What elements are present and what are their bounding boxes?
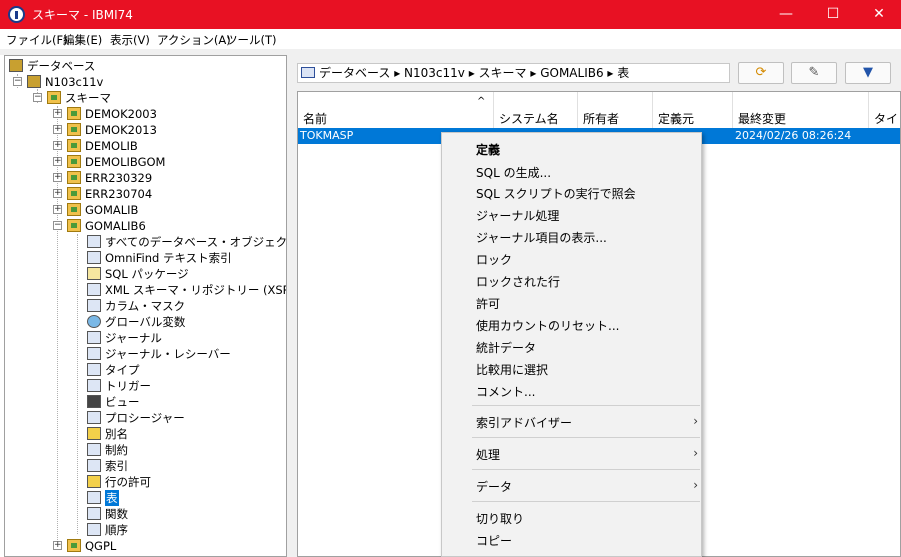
menu-item-cut[interactable]: 切り取り xyxy=(476,510,524,527)
submenu-arrow-icon: › xyxy=(693,414,698,428)
expand-icon[interactable]: + xyxy=(53,541,62,550)
collapse-icon[interactable]: − xyxy=(53,221,62,230)
collapse-icon[interactable]: − xyxy=(33,93,42,102)
column-type[interactable]: タイ xyxy=(869,92,900,128)
expand-icon[interactable]: + xyxy=(53,157,62,166)
minimize-button[interactable]: — xyxy=(763,0,809,29)
menu-item-processing[interactable]: 処理 › xyxy=(476,446,698,463)
menu-item-generate-sql[interactable]: SQL の生成... xyxy=(476,164,551,181)
expand-icon[interactable]: + xyxy=(53,173,62,182)
schema-folder-icon xyxy=(67,187,81,200)
collapse-icon[interactable]: − xyxy=(13,77,22,86)
menu-edit[interactable]: 編集(E) xyxy=(63,32,102,48)
context-menu: 定義 SQL の生成... SQL スクリプトの実行で照会 ジャーナル処理 ジャ… xyxy=(441,132,702,557)
submenu-arrow-icon: › xyxy=(693,446,698,460)
menu-item-show-journal-entries[interactable]: ジャーナル項目の表示... xyxy=(476,229,607,246)
menu-item-data[interactable]: データ › xyxy=(476,478,698,495)
type-icon xyxy=(87,363,101,376)
menu-item-run-sql-query[interactable]: SQL スクリプトの実行で照会 xyxy=(476,185,636,202)
schema-folder-icon xyxy=(67,107,81,120)
schema-folder-icon xyxy=(67,171,81,184)
trigger-icon xyxy=(87,379,101,392)
expand-icon[interactable]: + xyxy=(53,125,62,134)
sql-package-icon xyxy=(87,267,101,280)
expand-icon[interactable]: + xyxy=(53,205,62,214)
database-icon xyxy=(9,59,23,72)
app-icon xyxy=(8,6,25,23)
menu-item-locked-rows[interactable]: ロックされた行 xyxy=(476,273,560,290)
menu-view[interactable]: 表示(V) xyxy=(110,32,150,48)
menu-item-reset-usage-count[interactable]: 使用カウントのリセット... xyxy=(476,317,619,334)
menu-separator xyxy=(472,437,700,438)
menu-item-index-advisor[interactable]: 索引アドバイザー › xyxy=(476,414,698,431)
system-icon xyxy=(27,75,41,88)
menu-separator xyxy=(472,405,700,406)
column-name[interactable]: 名前 ^ xyxy=(298,92,494,128)
menu-item-locks[interactable]: ロック xyxy=(476,251,512,268)
function-icon xyxy=(87,507,101,520)
schema-folder-icon xyxy=(67,123,81,136)
filter-button[interactable]: ▼ xyxy=(845,62,891,84)
schema-folder-icon xyxy=(67,539,81,552)
menu-file[interactable]: ファイル(F) xyxy=(6,32,68,48)
menu-item-comment[interactable]: コメント... xyxy=(476,383,535,400)
path-breadcrumb: データベース ▸ N103c11v ▸ スキーマ ▸ GOMALIB6 ▸ 表 xyxy=(297,63,730,83)
constraint-icon xyxy=(87,443,101,456)
column-last-modified[interactable]: 最終変更 xyxy=(733,92,869,128)
journal-icon xyxy=(87,331,101,344)
alias-icon xyxy=(87,427,101,440)
text-index-icon xyxy=(87,251,101,264)
row-permission-icon xyxy=(87,475,101,488)
expand-icon[interactable]: + xyxy=(53,141,62,150)
table-icon xyxy=(301,67,315,78)
global-variable-icon xyxy=(87,315,101,328)
schema-folder-icon xyxy=(67,219,81,232)
xml-schema-icon xyxy=(87,283,101,296)
submenu-arrow-icon: › xyxy=(693,478,698,492)
menu-item-permissions[interactable]: 許可 xyxy=(476,295,500,312)
menu-item-copy[interactable]: コピー xyxy=(476,532,512,549)
procedure-icon xyxy=(87,411,101,424)
edit-button[interactable]: ✎ xyxy=(791,62,837,84)
menu-item-journaling[interactable]: ジャーナル処理 xyxy=(476,207,559,224)
sort-indicator-icon: ^ xyxy=(477,96,486,107)
column-system-name[interactable]: システム名 xyxy=(494,92,578,128)
menu-action[interactable]: アクション(A) xyxy=(157,32,231,48)
menu-item-select-for-compare[interactable]: 比較用に選択 xyxy=(476,361,548,378)
view-icon xyxy=(87,395,101,408)
column-header-row: 名前 ^ システム名 所有者 定義元 最終変更 タイ xyxy=(298,92,900,128)
folder-icon xyxy=(47,91,61,104)
window-title: スキーマ - IBMI74 xyxy=(32,8,133,22)
schema-folder-icon xyxy=(67,203,81,216)
table-icon xyxy=(87,491,101,504)
refresh-button[interactable]: ⟳ xyxy=(738,62,784,84)
title-bar: スキーマ - IBMI74 — ☐ ✕ xyxy=(0,0,901,29)
menu-bar: ファイル(F) 編集(E) 表示(V) アクション(A) ツール(T) xyxy=(0,29,901,49)
menu-tools[interactable]: ツール(T) xyxy=(226,32,277,48)
schema-folder-icon xyxy=(67,155,81,168)
sequence-icon xyxy=(87,523,101,536)
column-mask-icon xyxy=(87,299,101,312)
maximize-button[interactable]: ☐ xyxy=(810,0,856,29)
index-icon xyxy=(87,459,101,472)
expand-icon[interactable]: + xyxy=(53,189,62,198)
menu-item-definition[interactable]: 定義 xyxy=(476,141,500,158)
menu-item-statistics[interactable]: 統計データ xyxy=(476,339,536,356)
column-defined-by[interactable]: 定義元 xyxy=(653,92,733,128)
navigation-tree[interactable]: データベース − N103c11v − スキーマ + DEMOK2003 + DEM… xyxy=(4,55,287,557)
column-owner[interactable]: 所有者 xyxy=(578,92,653,128)
journal-receiver-icon xyxy=(87,347,101,360)
expand-icon[interactable]: + xyxy=(53,109,62,118)
close-button[interactable]: ✕ xyxy=(856,0,901,29)
all-objects-icon xyxy=(87,235,101,248)
schema-folder-icon xyxy=(67,139,81,152)
menu-separator xyxy=(472,469,700,470)
menu-separator xyxy=(472,501,700,502)
